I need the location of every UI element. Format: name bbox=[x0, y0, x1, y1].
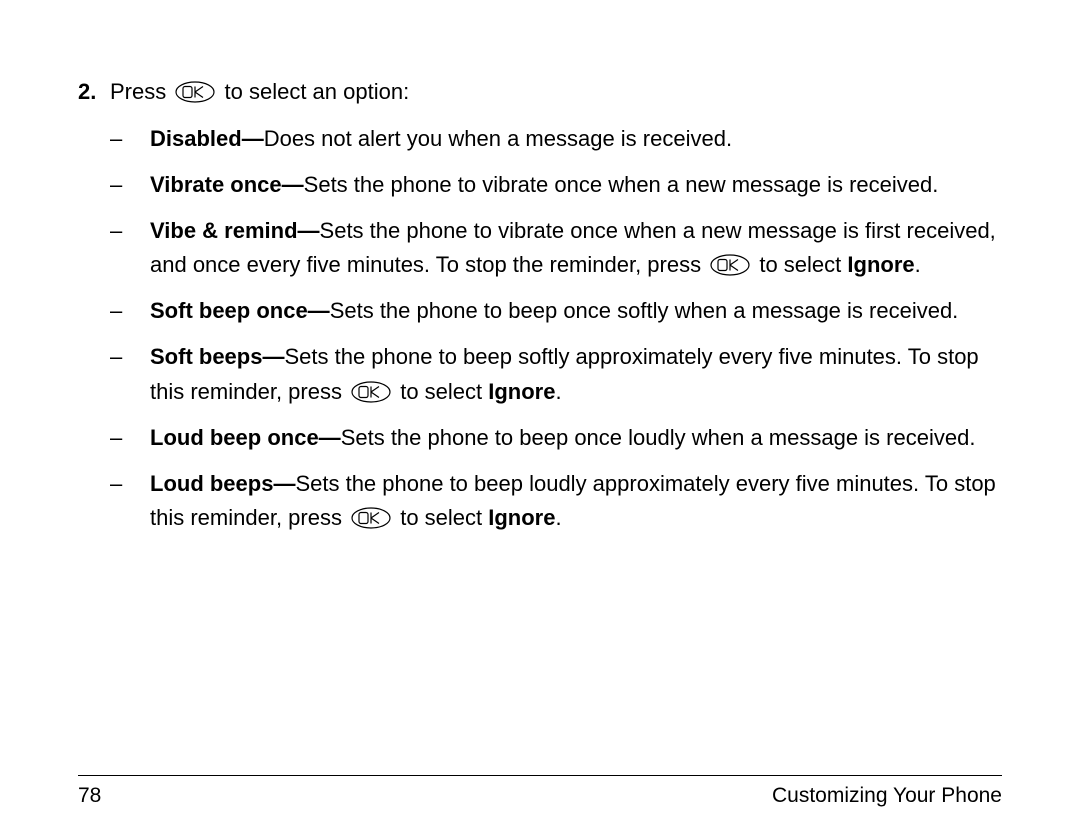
dash: – bbox=[110, 168, 150, 202]
item-text: Vibe & remind—Sets the phone to vibrate … bbox=[150, 214, 1002, 282]
dash: – bbox=[110, 294, 150, 328]
ok-button-icon bbox=[351, 507, 391, 529]
page-number: 78 bbox=[78, 784, 101, 808]
ok-button-icon bbox=[710, 254, 750, 276]
item-period: . bbox=[555, 505, 561, 530]
list-item: – Vibrate once—Sets the phone to vibrate… bbox=[110, 168, 1002, 202]
item-title: Disabled— bbox=[150, 126, 264, 151]
item-desc: Does not alert you when a message is rec… bbox=[264, 126, 732, 151]
item-title: Loud beep once— bbox=[150, 425, 341, 450]
item-title: Soft beeps— bbox=[150, 344, 284, 369]
step-lead-post: to select an option: bbox=[225, 79, 410, 104]
item-tail: Ignore bbox=[488, 379, 555, 404]
item-title: Loud beeps— bbox=[150, 471, 295, 496]
item-title: Vibe & remind— bbox=[150, 218, 320, 243]
list-item: – Soft beep once—Sets the phone to beep … bbox=[110, 294, 1002, 328]
main-content: 2. Press to select an option: – Disabled… bbox=[78, 75, 1002, 535]
dash: – bbox=[110, 214, 150, 282]
list-item: – Vibe & remind—Sets the phone to vibrat… bbox=[110, 214, 1002, 282]
ok-button-icon bbox=[351, 381, 391, 403]
dash: – bbox=[110, 467, 150, 535]
item-title: Soft beep once— bbox=[150, 298, 330, 323]
item-post: to select bbox=[753, 252, 847, 277]
list-item: – Disabled—Does not alert you when a mes… bbox=[110, 122, 1002, 156]
item-desc: Sets the phone to vibrate once when a ne… bbox=[304, 172, 939, 197]
option-list: – Disabled—Does not alert you when a mes… bbox=[110, 122, 1002, 535]
item-text: Loud beep once—Sets the phone to beep on… bbox=[150, 421, 1002, 455]
step-number: 2. bbox=[78, 75, 110, 108]
footer-rule bbox=[78, 775, 1002, 776]
item-text: Soft beeps—Sets the phone to beep softly… bbox=[150, 340, 1002, 408]
item-text: Disabled—Does not alert you when a messa… bbox=[150, 122, 1002, 156]
list-item: – Soft beeps—Sets the phone to beep soft… bbox=[110, 340, 1002, 408]
step-text: Press to select an option: bbox=[110, 75, 1002, 108]
item-post: to select bbox=[394, 505, 488, 530]
page-footer: 78 Customizing Your Phone bbox=[78, 784, 1002, 808]
item-tail: Ignore bbox=[488, 505, 555, 530]
item-period: . bbox=[915, 252, 921, 277]
item-desc: Sets the phone to beep once softly when … bbox=[330, 298, 959, 323]
dash: – bbox=[110, 421, 150, 455]
item-text: Soft beep once—Sets the phone to beep on… bbox=[150, 294, 1002, 328]
step-lead-pre: Press bbox=[110, 79, 166, 104]
item-period: . bbox=[555, 379, 561, 404]
step-2: 2. Press to select an option: bbox=[78, 75, 1002, 108]
item-text: Loud beeps—Sets the phone to beep loudly… bbox=[150, 467, 1002, 535]
list-item: – Loud beep once—Sets the phone to beep … bbox=[110, 421, 1002, 455]
list-item: – Loud beeps—Sets the phone to beep loud… bbox=[110, 467, 1002, 535]
dash: – bbox=[110, 340, 150, 408]
footer-title: Customizing Your Phone bbox=[772, 784, 1002, 808]
item-title: Vibrate once— bbox=[150, 172, 304, 197]
item-post: to select bbox=[394, 379, 488, 404]
item-text: Vibrate once—Sets the phone to vibrate o… bbox=[150, 168, 1002, 202]
item-tail: Ignore bbox=[847, 252, 914, 277]
ok-button-icon bbox=[175, 81, 215, 103]
dash: – bbox=[110, 122, 150, 156]
item-desc: Sets the phone to beep once loudly when … bbox=[341, 425, 976, 450]
